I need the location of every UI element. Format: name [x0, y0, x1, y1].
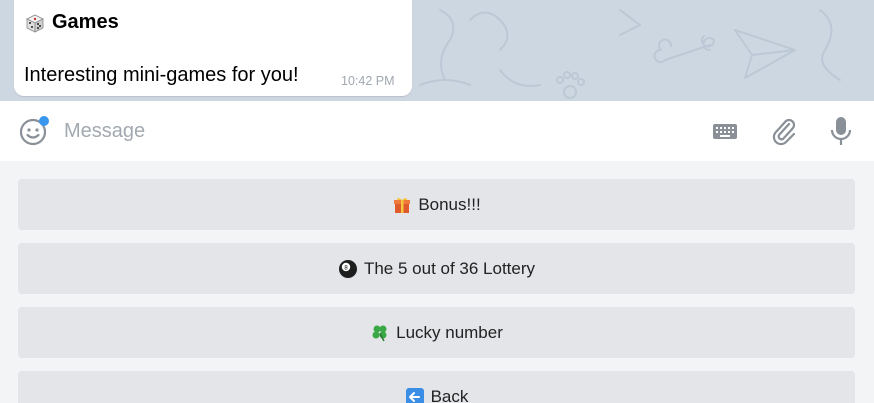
bonus-button[interactable]: Bonus!!! — [18, 179, 855, 230]
message-title: Games — [24, 11, 119, 34]
paperclip-icon[interactable] — [768, 115, 800, 147]
back-button[interactable]: Back — [18, 371, 855, 403]
message-composer — [0, 101, 874, 161]
chat-history[interactable]: Games Interesting mini-games for you! 10… — [0, 0, 874, 101]
message-text: Interesting mini-games for you! — [24, 64, 299, 86]
lucky-number-button-label: Lucky number — [396, 322, 503, 342]
microphone-icon[interactable] — [828, 114, 854, 148]
message-input[interactable] — [62, 115, 686, 147]
keyboard-icon[interactable] — [711, 120, 739, 142]
message-timestamp: 10:42 PM — [341, 74, 395, 88]
bonus-button-label: Bonus!!! — [418, 194, 481, 214]
back-button-label: Back — [430, 386, 469, 403]
lottery-button[interactable]: 8 The 5 out of 36 Lottery — [18, 243, 855, 294]
four-leaf-clover-icon — [372, 325, 387, 341]
message-bubble[interactable]: Games Interesting mini-games for you! 10… — [14, 0, 412, 96]
telegram-chat-screen: Games Interesting mini-games for you! 10… — [0, 0, 874, 403]
game-die-icon — [26, 14, 44, 33]
lucky-number-button[interactable]: Lucky number — [18, 307, 855, 358]
emoji-icon[interactable] — [18, 115, 50, 147]
message-title-text: Games — [52, 11, 119, 33]
lottery-button-label: The 5 out of 36 Lottery — [363, 258, 536, 278]
bot-reply-keyboard: Bonus!!! 8 The 5 out of 36 Lottery Lucky… — [0, 161, 874, 403]
back-arrow-icon — [405, 387, 424, 403]
eight-ball-icon: 8 — [338, 259, 357, 278]
gift-icon — [394, 197, 411, 213]
